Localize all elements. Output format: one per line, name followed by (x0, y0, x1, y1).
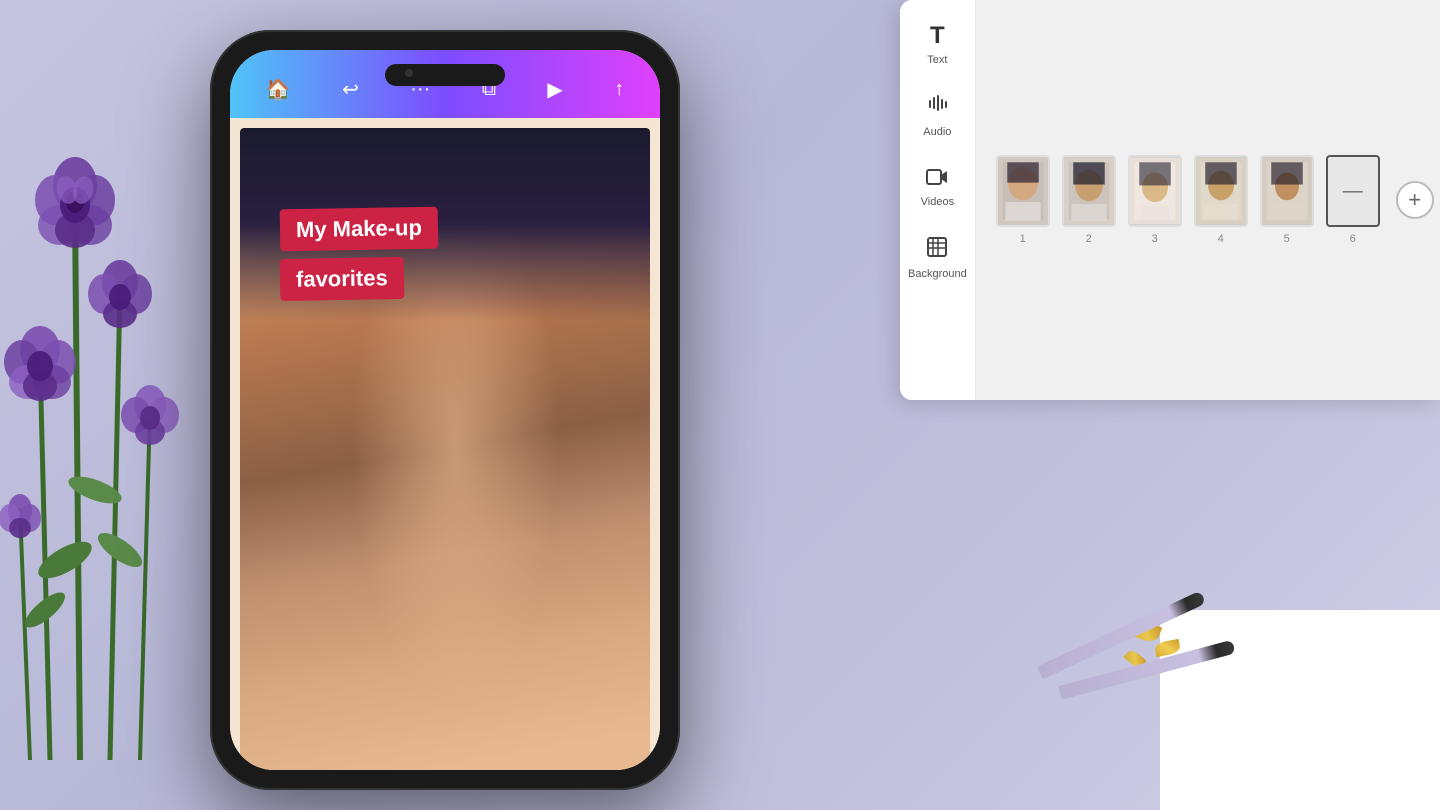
slide-5-thumbnail (1260, 155, 1314, 227)
sidebar-tool-videos[interactable]: Videos (900, 152, 975, 222)
editor-panel: T Text Audio Videos (900, 0, 1440, 400)
phone-notch (385, 64, 505, 86)
canvas-text-1[interactable]: My Make-up (280, 207, 439, 252)
slides-strip: 1 2 (976, 0, 1440, 400)
slide-6[interactable]: — 6 (1326, 155, 1380, 245)
phone-mockup: 🏠 ↩ ··· ⧉ ▶ ↑ (210, 30, 680, 790)
slide-5[interactable]: 5 (1260, 155, 1314, 245)
videos-tool-icon (926, 166, 948, 192)
slide-6-thumbnail: — (1326, 155, 1380, 227)
audio-tool-label: Audio (923, 126, 951, 138)
slide-4-image (1196, 155, 1246, 227)
slide-4[interactable]: 4 (1194, 155, 1248, 245)
audio-tool-icon (926, 94, 948, 122)
slide-3-thumbnail (1128, 155, 1182, 227)
text-tool-icon: T (930, 22, 945, 50)
background-tool-label: Background (908, 268, 967, 280)
slide-6-number: 6 (1350, 233, 1356, 245)
canvas-text-2[interactable]: favorites (280, 257, 404, 301)
background-tool-icon (926, 236, 948, 264)
add-slide-icon: + (1408, 187, 1421, 213)
phone-camera (405, 69, 413, 77)
play-icon[interactable]: ▶ (539, 73, 570, 106)
slide-2-number: 2 (1086, 233, 1092, 245)
editor-main: 1 2 (976, 0, 1440, 400)
slide-2-thumbnail (1062, 155, 1116, 227)
home-icon[interactable]: 🏠 (258, 73, 299, 106)
slide-3[interactable]: 3 (1128, 155, 1182, 245)
slide-1-image (998, 155, 1048, 227)
slide-4-thumbnail (1194, 155, 1248, 227)
editor-sidebar: T Text Audio Videos (900, 0, 976, 400)
slide-4-number: 4 (1218, 233, 1224, 245)
slide-1-thumbnail (996, 155, 1050, 227)
slide-2[interactable]: 2 (1062, 155, 1116, 245)
add-slide-button[interactable]: + (1396, 181, 1434, 219)
sidebar-tool-background[interactable]: Background (900, 222, 975, 294)
phone-body: 🏠 ↩ ··· ⧉ ▶ ↑ (210, 30, 680, 790)
share-icon[interactable]: ↑ (606, 74, 632, 105)
undo-icon[interactable]: ↩ (334, 73, 367, 106)
slide-1[interactable]: 1 (996, 155, 1050, 245)
phone-screen: 🏠 ↩ ··· ⧉ ▶ ↑ (230, 50, 660, 770)
slide-2-image (1064, 155, 1114, 227)
sidebar-tool-audio[interactable]: Audio (900, 80, 975, 152)
sidebar-tool-text[interactable]: T Text (900, 8, 975, 80)
videos-tool-label: Videos (921, 196, 954, 208)
slide-5-image (1262, 155, 1312, 227)
slide-1-number: 1 (1020, 233, 1026, 245)
text-tool-label: Text (927, 54, 947, 66)
slide-3-image (1130, 155, 1180, 227)
slide-5-number: 5 (1284, 233, 1290, 245)
slide-3-number: 3 (1152, 233, 1158, 245)
phone-canvas: My Make-up favorites (230, 118, 660, 770)
notepad-decoration (1160, 610, 1440, 810)
